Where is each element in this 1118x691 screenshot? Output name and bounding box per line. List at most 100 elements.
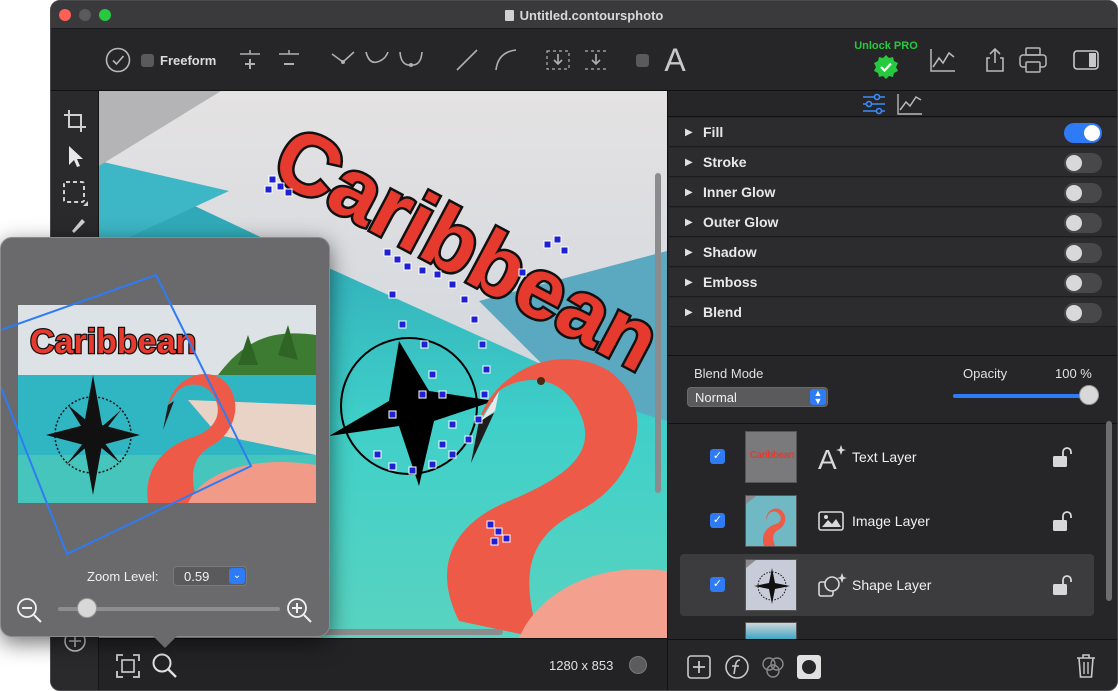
zoom-out-button[interactable] — [16, 597, 44, 630]
printer-icon — [1019, 47, 1047, 73]
effect-row-inner-glow[interactable]: ▶ Inner Glow — [669, 178, 1117, 207]
canvas-vertical-scrollbar[interactable] — [655, 173, 661, 493]
share-button[interactable] — [981, 43, 1009, 77]
curve-sharp-button[interactable] — [328, 43, 358, 77]
effect-row-outer-glow[interactable]: ▶ Outer Glow — [669, 208, 1117, 237]
add-function-button[interactable] — [724, 654, 750, 685]
navigator-preview: Caribbean — [18, 305, 316, 503]
effect-row-blend[interactable]: ▶ Blend — [669, 298, 1117, 327]
disclosure-triangle-icon[interactable]: ▶ — [685, 187, 695, 198]
line-icon — [456, 49, 478, 71]
zoom-navigator-button[interactable] — [151, 652, 179, 685]
layer-name: Shape Layer — [852, 577, 932, 593]
remove-point-icon — [279, 50, 299, 65]
effect-toggle[interactable] — [1064, 303, 1102, 323]
disclosure-triangle-icon[interactable]: ▶ — [685, 157, 695, 168]
crop-tool[interactable] — [61, 107, 89, 135]
add-point-button[interactable] — [236, 43, 264, 77]
effect-row-emboss[interactable]: ▶ Emboss — [669, 268, 1117, 297]
opacity-slider[interactable] — [953, 385, 1099, 405]
curve-smooth-button[interactable] — [362, 43, 392, 77]
marquee-tool[interactable] — [61, 179, 89, 207]
zoom-in-button[interactable] — [286, 597, 314, 630]
unlock-icon[interactable] — [1052, 574, 1074, 601]
layer-thumbnail-frame — [745, 495, 797, 547]
layer-row-image-layer[interactable]: ✓ Image Layer — [680, 490, 1094, 552]
fit-to-screen-button[interactable] — [115, 653, 141, 684]
layer-name: Text Layer — [852, 449, 917, 465]
freeform-checkbox[interactable]: Freeform — [141, 43, 219, 77]
layer-visibility-checkbox[interactable]: ✓ — [710, 513, 725, 528]
zoom-slider[interactable] — [58, 598, 280, 618]
text-checkbox[interactable] — [633, 43, 651, 77]
popover-arrow — [153, 636, 177, 648]
effect-toggle[interactable] — [1064, 213, 1102, 233]
blend-layers-button[interactable] — [760, 654, 786, 685]
arc-icon — [495, 49, 517, 71]
effect-row-stroke[interactable]: ▶ Stroke — [669, 148, 1117, 177]
distribute-up-button[interactable] — [581, 43, 611, 77]
disclosure-triangle-icon[interactable]: ▶ — [685, 247, 695, 258]
svg-text:A: A — [818, 444, 837, 472]
print-button[interactable] — [1017, 43, 1049, 77]
disclosure-triangle-icon[interactable]: ▶ — [685, 127, 695, 138]
image-dimensions: 1280 x 853 — [549, 658, 614, 673]
effect-row-shadow[interactable]: ▶ Shadow — [669, 238, 1117, 267]
chart-line-icon — [930, 49, 955, 72]
add-layer-button[interactable] — [686, 654, 712, 685]
layer-visibility-checkbox[interactable]: ✓ — [710, 577, 725, 592]
effect-toggle[interactable] — [1064, 183, 1102, 203]
layers-scrollbar[interactable] — [1106, 421, 1112, 601]
zoom-level-select[interactable]: 0.59 ⌄ — [173, 566, 247, 586]
curve-round-icon — [399, 51, 423, 67]
chart-line-icon — [897, 94, 922, 115]
histogram-button[interactable] — [927, 43, 959, 77]
effect-toggle[interactable] — [1064, 153, 1102, 173]
layer-row-shape-layer[interactable]: ✓ Shape Layer — [680, 554, 1094, 616]
text-checkbox-box[interactable] — [635, 53, 649, 67]
toggle-sidebar-button[interactable] — [1070, 43, 1102, 77]
effect-row-fill[interactable]: ▶ Fill — [669, 118, 1117, 147]
line-tool-button[interactable] — [452, 43, 482, 77]
panel-tabs — [668, 91, 1117, 120]
overlap-circles-icon — [762, 657, 784, 678]
mask-icon — [797, 655, 821, 679]
distribute-down-button[interactable] — [543, 43, 573, 77]
arc-tool-button[interactable] — [491, 43, 521, 77]
text-tool-button[interactable]: A — [659, 42, 691, 78]
unlock-pro-button[interactable]: Unlock PRO — [846, 37, 926, 83]
unlock-icon[interactable] — [1052, 510, 1074, 537]
select-tool[interactable] — [61, 143, 89, 171]
layer-row-text-layer[interactable]: ✓ Caribbean A Text Layer — [680, 426, 1094, 488]
mask-layer-button[interactable] — [796, 654, 822, 685]
curve-round-button[interactable] — [396, 43, 426, 77]
image-layer-icon — [817, 508, 845, 534]
disclosure-triangle-icon[interactable]: ▶ — [685, 277, 695, 288]
delete-layer-button[interactable] — [1074, 652, 1098, 685]
zoom-slider-knob[interactable] — [77, 598, 98, 618]
zoom-level-value: 0.59 — [184, 569, 210, 584]
disclosure-triangle-icon[interactable]: ▶ — [685, 307, 695, 318]
opacity-slider-knob[interactable] — [1079, 385, 1099, 405]
freeform-checkbox-box[interactable] — [141, 53, 154, 67]
effect-toggle[interactable] — [1064, 273, 1102, 293]
curve-sharp-icon — [331, 51, 355, 64]
curve-smooth-icon — [365, 51, 389, 64]
remove-point-button[interactable] — [275, 43, 303, 77]
tab-effects[interactable] — [861, 93, 887, 120]
blend-mode-select[interactable]: Normal ▲ ▼ — [687, 387, 828, 407]
window-title: Untitled.contoursphoto — [51, 8, 1117, 23]
marquee-icon — [63, 181, 88, 206]
effect-toggle[interactable] — [1064, 243, 1102, 263]
confirm-button[interactable] — [101, 43, 135, 77]
window-title-text: Untitled.contoursphoto — [519, 8, 664, 23]
effect-label: Emboss — [703, 274, 758, 290]
disclosure-triangle-icon[interactable]: ▶ — [685, 217, 695, 228]
unlock-icon[interactable] — [1052, 446, 1074, 473]
effect-toggle[interactable] — [1064, 123, 1102, 143]
add-point-icon — [240, 50, 260, 69]
properties-panel: ▶ Fill ▶ Stroke ▶ Inner Glow ▶ Outer Glow ▶ Shado… — [667, 91, 1117, 690]
tab-histogram[interactable] — [896, 92, 924, 121]
layer-visibility-checkbox[interactable]: ✓ — [710, 449, 725, 464]
thumbnail-text: Caribbean — [749, 450, 795, 461]
